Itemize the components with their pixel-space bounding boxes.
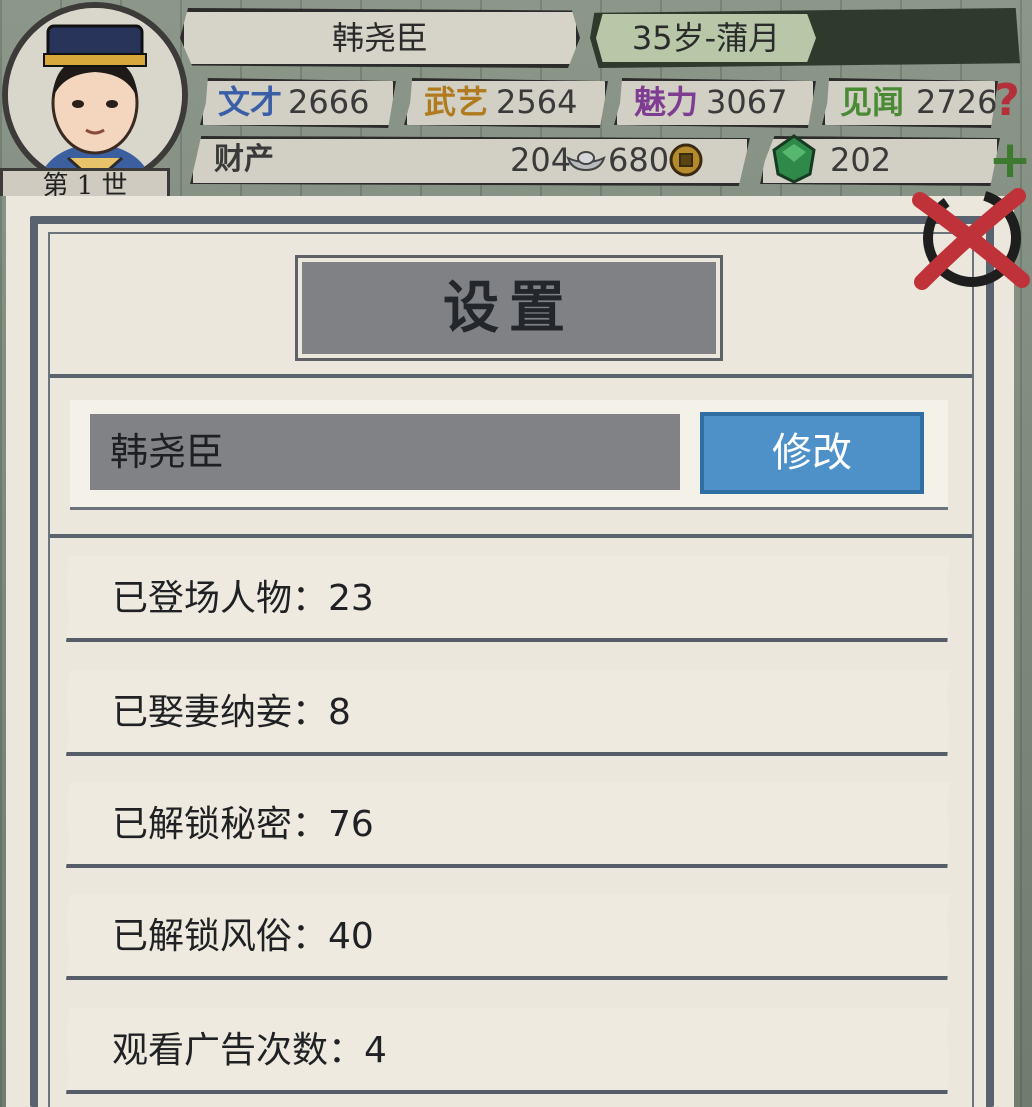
modify-button[interactable]: 修改 <box>700 412 924 494</box>
info-row-spouses: 已娶妻纳妾：8 <box>112 692 351 733</box>
stat-charm-value: 3067 <box>706 83 788 121</box>
jade-gem-icon <box>772 134 816 184</box>
name-input[interactable] <box>90 414 680 490</box>
player-age: 35岁-蒲月 <box>631 19 781 57</box>
character-portrait-icon <box>8 8 182 182</box>
info-row-characters: 已登场人物：23 <box>112 578 374 619</box>
info-row-secrets: 已解锁秘密：76 <box>112 804 374 845</box>
stat-literary-label: 文才 <box>218 83 283 121</box>
wealth-label: 财产 <box>214 142 274 177</box>
info-row-ads: 观看广告次数：4 <box>112 1030 387 1071</box>
silver-amount: 204 <box>510 141 572 179</box>
divider-middle <box>50 534 972 538</box>
stat-literary-value: 2666 <box>288 83 370 121</box>
stat-knowledge-label: 见闻 <box>840 83 905 121</box>
close-icon[interactable] <box>900 176 1030 296</box>
question-mark-icon[interactable]: ? <box>985 76 1029 126</box>
copper-coin-icon <box>669 143 703 177</box>
generation-label: 第 1 世 <box>0 168 170 196</box>
jade-amount: 202 <box>830 141 892 179</box>
stat-martial-label: 武艺 <box>424 83 489 121</box>
silver-ingot-icon <box>566 151 606 172</box>
stat-charm-label: 魅力 <box>634 83 699 121</box>
player-name: 韩尧臣 <box>331 19 428 57</box>
info-row-customs: 已解锁风俗：40 <box>112 916 374 957</box>
page-title: 设置 <box>443 275 575 341</box>
coin-amount: 680 <box>608 141 670 179</box>
avatar[interactable] <box>2 2 188 188</box>
divider-top <box>50 374 972 378</box>
stat-martial-value: 2564 <box>496 83 578 121</box>
